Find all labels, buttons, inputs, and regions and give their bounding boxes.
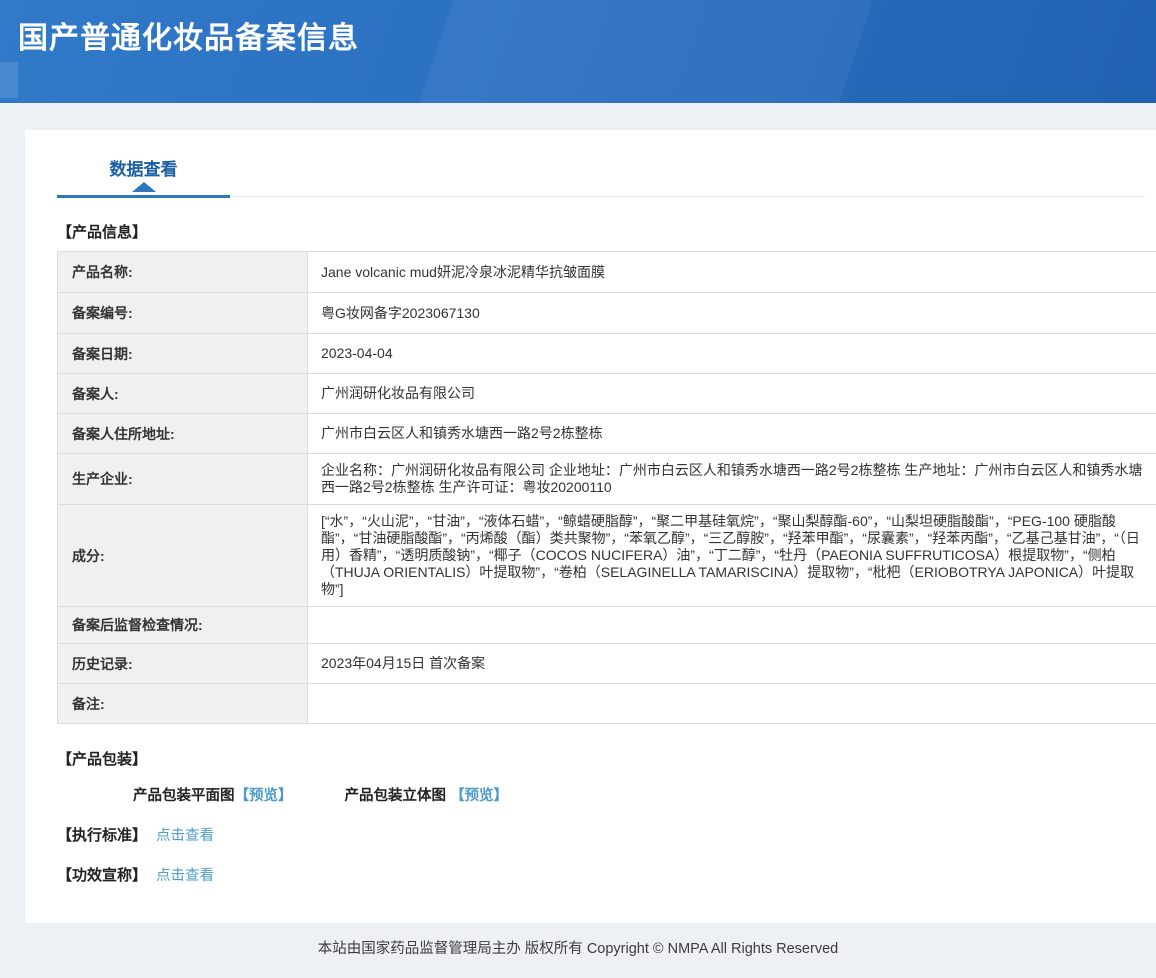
field-label: 生产企业: xyxy=(58,454,308,505)
field-value: 粤G妆网备字2023067130 xyxy=(308,293,1156,334)
field-label: 备注: xyxy=(58,684,308,724)
packaging-flat-label: 产品包装平面图 xyxy=(133,788,235,804)
field-value: 企业名称：广州润研化妆品有限公司 企业地址：广州市白云区人和镇秀水塘西一路2号2… xyxy=(308,454,1156,505)
field-label: 备案人: xyxy=(58,374,308,414)
table-row: 产品名称: Jane volcanic mud妍泥冷泉冰泥精华抗皱面膜 xyxy=(58,252,1156,293)
standards-view-link[interactable]: 点击查看 xyxy=(156,828,214,844)
table-row: 备案后监督检查情况: xyxy=(58,607,1156,644)
tab-data-view-label: 数据查看 xyxy=(110,160,178,179)
tab-strip: 数据查看 xyxy=(57,160,1145,198)
efficacy-row: 【功效宣称】点击查看 xyxy=(57,864,1145,885)
field-value: [“水”，“火山泥”，“甘油”，“液体石蜡”，“鲸蜡硬脂醇”，“聚二甲基硅氧烷”… xyxy=(308,505,1156,607)
field-label: 备案后监督检查情况: xyxy=(58,607,308,644)
field-value xyxy=(308,607,1156,644)
field-value: 广州市白云区人和镇秀水塘西一路2号2栋整栋 xyxy=(308,414,1156,454)
efficacy-label: 【功效宣称】 xyxy=(57,867,147,884)
table-row: 备案人: 广州润研化妆品有限公司 xyxy=(58,374,1156,414)
product-info-table: 产品名称: Jane volcanic mud妍泥冷泉冰泥精华抗皱面膜 备案编号… xyxy=(57,251,1156,724)
field-label: 历史记录: xyxy=(58,644,308,684)
field-label: 成分: xyxy=(58,505,308,607)
page-header: 国产普通化妆品备案信息 xyxy=(0,0,1156,103)
content-panel: 数据查看 【产品信息】 产品名称: Jane volcanic mud妍泥冷泉冰… xyxy=(25,130,1156,923)
standards-row: 【执行标准】点击查看 xyxy=(57,824,1145,845)
table-row: 备注: xyxy=(58,684,1156,724)
tab-data-view[interactable]: 数据查看 xyxy=(57,155,230,198)
field-value: 2023-04-04 xyxy=(308,334,1156,374)
field-value: 广州润研化妆品有限公司 xyxy=(308,374,1156,414)
table-row: 备案人住所地址: 广州市白云区人和镇秀水塘西一路2号2栋整栋 xyxy=(58,414,1156,454)
product-info-section-title: 【产品信息】 xyxy=(57,221,1145,242)
field-label: 产品名称: xyxy=(58,252,308,293)
tab-active-triangle-icon xyxy=(132,182,156,192)
table-row: 生产企业: 企业名称：广州润研化妆品有限公司 企业地址：广州市白云区人和镇秀水塘… xyxy=(58,454,1156,505)
copyright-text: 本站由国家药品监督管理局主办 版权所有 Copyright © NMPA All… xyxy=(318,941,838,957)
packaging-flat-preview-link[interactable]: 【预览】 xyxy=(235,788,293,804)
packaging-stereo-label: 产品包装立体图 xyxy=(345,788,447,804)
table-row: 备案编号: 粤G妆网备字2023067130 xyxy=(58,293,1156,334)
field-value: Jane volcanic mud妍泥冷泉冰泥精华抗皱面膜 xyxy=(308,252,1156,293)
packaging-stereo-preview-link[interactable]: 【预览】 xyxy=(450,788,508,804)
packaging-row: 产品包装平面图【预览】 产品包装立体图 【预览】 xyxy=(57,784,1145,805)
table-row: 成分: [“水”，“火山泥”，“甘油”，“液体石蜡”，“鲸蜡硬脂醇”，“聚二甲基… xyxy=(58,505,1156,607)
efficacy-view-link[interactable]: 点击查看 xyxy=(156,868,214,884)
table-row: 备案日期: 2023-04-04 xyxy=(58,334,1156,374)
field-label: 备案编号: xyxy=(58,293,308,334)
field-value: 2023年04月15日 首次备案 xyxy=(308,644,1156,684)
page-footer: 本站由国家药品监督管理局主办 版权所有 Copyright © NMPA All… xyxy=(0,923,1156,978)
field-value xyxy=(308,684,1156,724)
field-label: 备案日期: xyxy=(58,334,308,374)
page-title: 国产普通化妆品备案信息 xyxy=(0,0,1156,57)
table-row: 历史记录: 2023年04月15日 首次备案 xyxy=(58,644,1156,684)
field-label: 备案人住所地址: xyxy=(58,414,308,454)
packaging-section-title: 【产品包装】 xyxy=(57,748,1145,769)
standards-label: 【执行标准】 xyxy=(57,827,147,844)
